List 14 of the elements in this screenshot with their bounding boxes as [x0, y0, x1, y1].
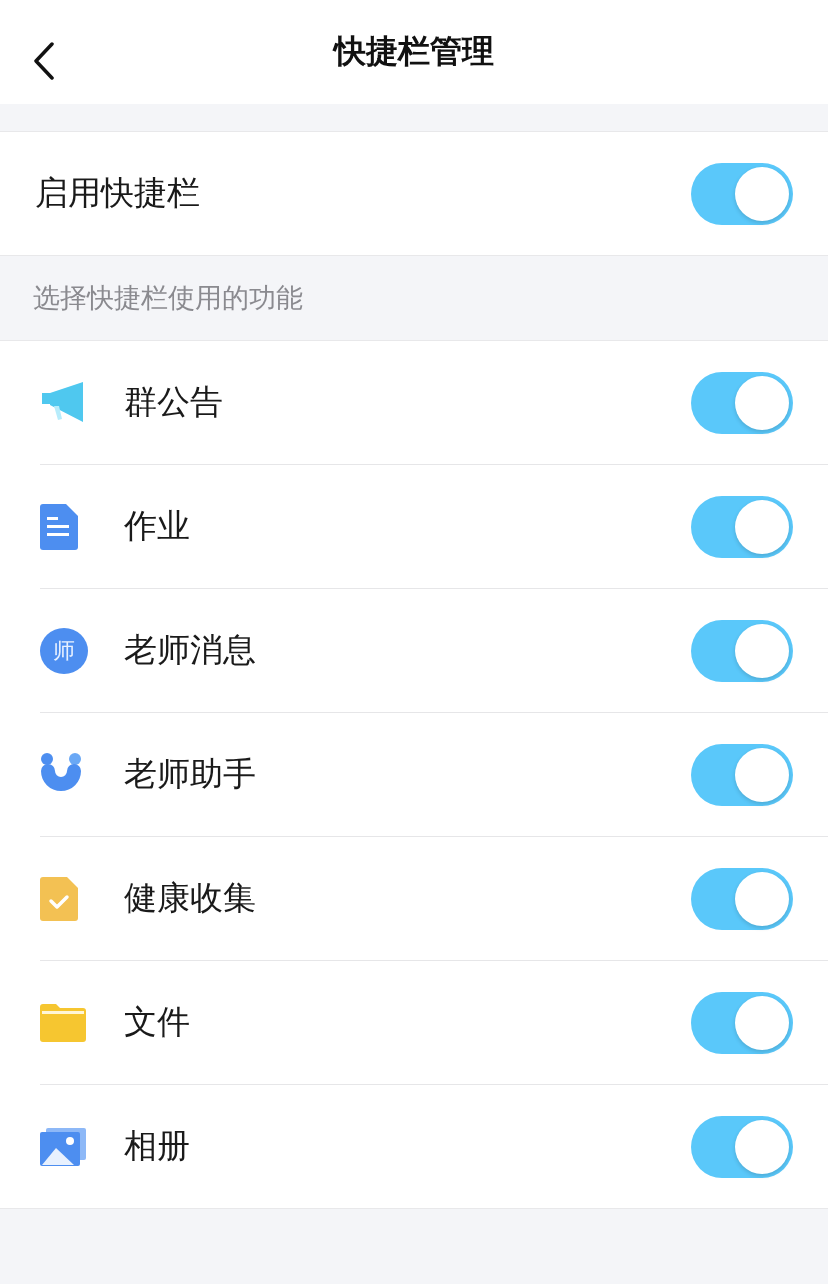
setting-label: 启用快捷栏: [35, 172, 201, 214]
feature-label: 健康收集: [124, 877, 257, 919]
feature-label: 群公告: [124, 381, 224, 423]
feature-label: 老师消息: [124, 629, 257, 671]
megaphone-icon: [40, 380, 86, 425]
chat-bubble-icon: 师: [40, 627, 88, 674]
back-icon[interactable]: [33, 42, 55, 80]
feature-label: 文件: [124, 1001, 191, 1043]
folder-icon: [40, 1003, 86, 1042]
feature-label: 作业: [124, 505, 191, 547]
feature-label: 老师助手: [124, 753, 257, 795]
feature-label: 相册: [124, 1125, 191, 1167]
page-title: 快捷栏管理: [334, 31, 494, 72]
section-label: 选择快捷栏使用的功能: [33, 281, 303, 315]
